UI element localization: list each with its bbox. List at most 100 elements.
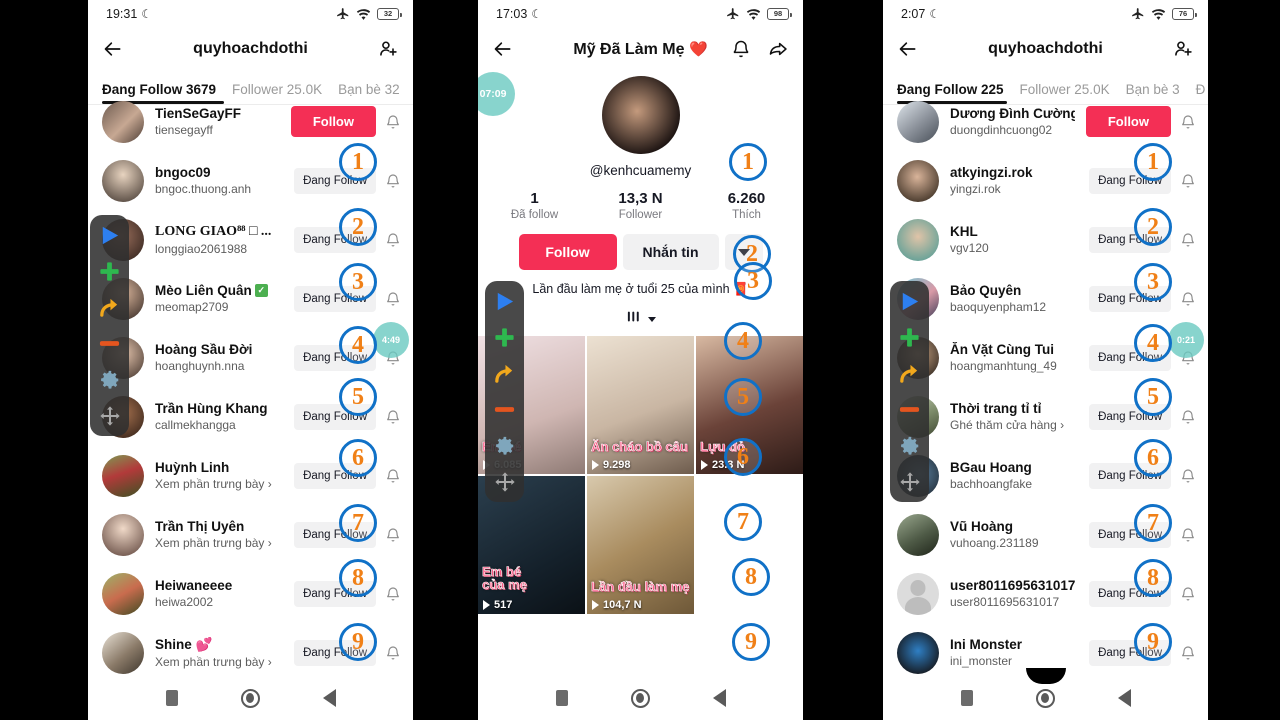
redo-arrow-icon[interactable]	[96, 294, 123, 321]
recents-square-icon[interactable]	[960, 690, 973, 706]
follow-button[interactable]: Follow	[518, 234, 617, 270]
follow-button[interactable]: Follow	[290, 106, 376, 137]
back-triangle-icon[interactable]	[712, 689, 726, 707]
floating-toolbar[interactable]	[890, 281, 929, 502]
avatar[interactable]	[897, 218, 939, 261]
play-icon[interactable]	[896, 288, 923, 315]
back-arrow-icon[interactable]	[102, 39, 124, 59]
bell-icon[interactable]	[385, 467, 401, 485]
list-item[interactable]: Bảo Quyên baoquyenpham12 Đang Follow	[883, 269, 1208, 328]
list-item[interactable]: LONG GIAO⁸⁸ □ ... longgiao2061988 Đang F…	[88, 210, 413, 269]
bell-icon[interactable]	[385, 231, 401, 249]
bell-icon[interactable]	[385, 408, 401, 426]
play-icon[interactable]	[96, 222, 123, 249]
back-arrow-icon[interactable]	[492, 39, 514, 59]
avatar[interactable]	[102, 513, 144, 556]
following-button[interactable]: Đang Follow	[1089, 580, 1171, 607]
bell-icon[interactable]	[385, 172, 401, 190]
plus-icon[interactable]	[491, 324, 518, 351]
move-icon[interactable]	[491, 468, 518, 495]
video-thumbnail[interactable]: Lựu đỏ 23.3 N	[696, 336, 803, 474]
bell-icon[interactable]	[385, 526, 401, 544]
profile-avatar[interactable]	[601, 76, 680, 154]
move-icon[interactable]	[96, 402, 123, 429]
floating-toolbar[interactable]	[90, 215, 129, 436]
more-options-button[interactable]	[724, 234, 763, 270]
following-button[interactable]: Đang Follow	[294, 226, 376, 253]
play-icon[interactable]	[491, 288, 518, 315]
list-item[interactable]: Mèo Liên Quân ✓ meomap2709 Đang Follow	[88, 269, 413, 328]
minus-icon[interactable]	[491, 396, 518, 423]
avatar-placeholder[interactable]	[897, 572, 939, 615]
following-button[interactable]: Đang Follow	[1089, 521, 1171, 548]
move-icon[interactable]	[896, 468, 923, 495]
stat-following[interactable]: 1 Đã follow	[497, 190, 573, 221]
list-item[interactable]: Vũ Hoàng vuhoang.231189 Đang Follow	[883, 505, 1208, 564]
add-user-icon[interactable]	[1172, 39, 1194, 59]
bell-icon[interactable]	[385, 644, 401, 662]
list-item[interactable]: Trần Hùng Khang callmekhangga Đang Follo…	[88, 387, 413, 446]
avatar[interactable]	[897, 100, 939, 143]
list-item[interactable]: Ăn Vặt Cùng Tui hoangmanhtung_49 Đang Fo…	[883, 328, 1208, 387]
list-item[interactable]: Thời trang tỉ tỉ Ghé thăm cửa hàng › Đan…	[883, 387, 1208, 446]
list-item[interactable]: Huỳnh Linh Xem phần trưng bày › Đang Fol…	[88, 446, 413, 505]
list-item[interactable]: Dương Đình Cường duongdinhcuong02 Follow	[883, 92, 1208, 151]
share-icon[interactable]	[767, 39, 789, 59]
redo-arrow-icon[interactable]	[896, 360, 923, 387]
following-button[interactable]: Đang Follow	[1089, 167, 1171, 194]
minus-icon[interactable]	[896, 396, 923, 423]
following-button[interactable]: Đang Follow	[294, 521, 376, 548]
home-circle-icon[interactable]	[1035, 688, 1055, 708]
minus-icon[interactable]	[96, 330, 123, 357]
plus-icon[interactable]	[96, 258, 123, 285]
avatar[interactable]	[102, 631, 144, 674]
video-thumbnail[interactable]: Lần đầu làm mẹ 104,7 N	[587, 476, 694, 614]
following-button[interactable]: Đang Follow	[1089, 403, 1171, 430]
back-triangle-icon[interactable]	[322, 689, 336, 707]
bell-icon[interactable]	[731, 39, 751, 59]
bell-icon[interactable]	[1180, 526, 1196, 544]
plus-icon[interactable]	[896, 324, 923, 351]
list-item[interactable]: BGau Hoang bachhoangfake Đang Follow	[883, 446, 1208, 505]
back-arrow-icon[interactable]	[897, 39, 919, 59]
bell-icon[interactable]	[1180, 585, 1196, 603]
bell-icon[interactable]	[1180, 644, 1196, 662]
gear-icon[interactable]	[96, 366, 123, 393]
following-button[interactable]: Đang Follow	[294, 639, 376, 666]
gear-icon[interactable]	[491, 432, 518, 459]
bell-icon[interactable]	[1180, 467, 1196, 485]
back-triangle-icon[interactable]	[1117, 689, 1131, 707]
list-item[interactable]: Shine 💕 Xem phần trưng bày › Đang Follow	[88, 623, 413, 682]
list-item[interactable]: user8011695631017 user8011695631017 Đang…	[883, 564, 1208, 623]
following-button[interactable]: Đang Follow	[294, 403, 376, 430]
following-button[interactable]: Đang Follow	[294, 344, 376, 371]
list-item[interactable]: KHL vgv120 Đang Follow	[883, 210, 1208, 269]
bell-icon[interactable]	[1180, 113, 1196, 131]
list-item[interactable]: Heiwaneeee heiwa2002 Đang Follow	[88, 564, 413, 623]
redo-arrow-icon[interactable]	[491, 360, 518, 387]
floating-toolbar[interactable]	[485, 281, 524, 502]
list-item[interactable]: atkyingzi.rok yingzi.rok Đang Follow	[883, 151, 1208, 210]
home-circle-icon[interactable]	[630, 688, 650, 708]
following-button[interactable]: Đang Follow	[1089, 344, 1171, 371]
bell-icon[interactable]	[1180, 231, 1196, 249]
bell-icon[interactable]	[1180, 172, 1196, 190]
avatar[interactable]	[102, 454, 144, 497]
gear-icon[interactable]	[896, 432, 923, 459]
following-button[interactable]: Đang Follow	[1089, 462, 1171, 489]
following-button[interactable]: Đang Follow	[294, 580, 376, 607]
bell-icon[interactable]	[385, 113, 401, 131]
following-button[interactable]: Đang Follow	[1089, 285, 1171, 312]
stat-likes[interactable]: 6.260 Thích	[709, 190, 785, 221]
following-button[interactable]: Đang Follow	[1089, 226, 1171, 253]
grid-icon[interactable]	[626, 309, 644, 330]
bell-icon[interactable]	[385, 585, 401, 603]
following-button[interactable]: Đang Follow	[294, 167, 376, 194]
following-button[interactable]: Đang Follow	[294, 285, 376, 312]
home-circle-icon[interactable]	[240, 688, 260, 708]
avatar[interactable]	[102, 572, 144, 615]
bell-icon[interactable]	[385, 290, 401, 308]
bell-icon[interactable]	[1180, 290, 1196, 308]
avatar[interactable]	[897, 631, 939, 674]
avatar[interactable]	[897, 159, 939, 202]
